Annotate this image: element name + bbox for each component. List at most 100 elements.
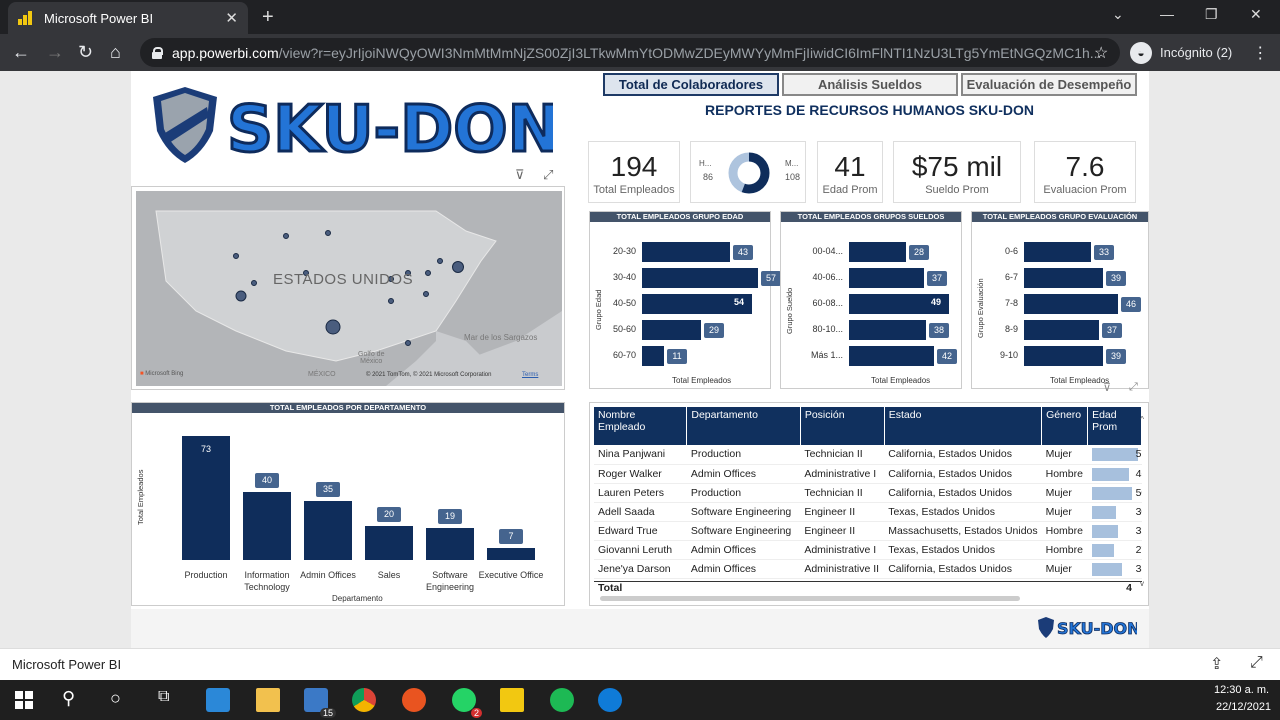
mail-icon[interactable]: 15 <box>304 688 336 718</box>
search-icon[interactable]: ⚲ <box>62 688 86 712</box>
url-bar[interactable]: app.powerbi.com/view?r=eyJrIjoiNWQyOWI3N… <box>140 38 1120 67</box>
bar[interactable] <box>849 346 934 366</box>
col-header-estado[interactable]: Estado <box>884 407 1043 445</box>
bar-row[interactable]: 20-30 43 <box>590 242 770 262</box>
tab-evaluacion-desempeno[interactable]: Evaluación de Desempeño <box>961 73 1137 96</box>
bar-row[interactable]: 0-6 33 <box>972 242 1148 262</box>
salary-chart[interactable]: TOTAL EMPLEADOS GRUPOS SUELDOS Grupo Sue… <box>780 211 962 389</box>
table-h-scrollbar[interactable] <box>600 596 1020 601</box>
bar[interactable] <box>642 268 758 288</box>
fullscreen-icon[interactable]: ⤢ <box>1250 654 1263 672</box>
table-row[interactable]: Nina Panjwani Production Technician II Cali… <box>594 445 1142 465</box>
kpi-sueldo-prom[interactable]: $75 mil Sueldo Prom <box>893 141 1021 203</box>
column-bar[interactable] <box>487 548 535 560</box>
table-row[interactable]: Adell Saada Software Engineering Engineer … <box>594 502 1142 522</box>
table-row[interactable]: Lauren Peters Production Technician II Cali… <box>594 483 1142 503</box>
file-explorer-icon[interactable] <box>256 688 280 712</box>
store-icon[interactable] <box>206 688 230 712</box>
scroll-down-icon[interactable]: v <box>1140 579 1144 588</box>
map-bubble[interactable] <box>283 233 289 239</box>
col-header-nombre[interactable]: Nombre Empleado <box>594 407 688 445</box>
table-row[interactable]: Edward True Software Engineering Engineer … <box>594 521 1142 541</box>
bar[interactable] <box>642 346 664 366</box>
minimize-icon[interactable]: — <box>1160 6 1174 22</box>
powerbi-taskbar-icon[interactable] <box>500 688 524 712</box>
bar[interactable] <box>1024 242 1091 262</box>
evaluation-chart[interactable]: TOTAL EMPLEADOS GRUPO EVALUACIÓN Grupo E… <box>971 211 1149 389</box>
bar-row[interactable]: 7-8 46 <box>972 294 1148 314</box>
chrome-icon[interactable] <box>352 688 376 712</box>
bar[interactable] <box>849 242 906 262</box>
table-focus-icon[interactable]: ⤢ <box>1129 381 1138 394</box>
bar-row[interactable]: 8-9 37 <box>972 320 1148 340</box>
table-row[interactable]: Roger Walker Admin Offices Administrative … <box>594 464 1142 484</box>
bar[interactable] <box>1024 320 1099 340</box>
bookmark-star-icon[interactable]: ☆ <box>1094 43 1108 63</box>
bar-row[interactable]: 00-04... 28 <box>797 242 961 262</box>
share-icon[interactable]: ⇪ <box>1210 654 1223 674</box>
bar-row[interactable]: 80-10... 38 <box>797 320 961 340</box>
new-tab-button[interactable]: + <box>262 6 274 29</box>
map-bubble[interactable] <box>452 261 464 273</box>
map-bubble[interactable] <box>251 280 257 286</box>
map-bubble[interactable] <box>233 253 239 259</box>
col-header-edad[interactable]: Edad Prom <box>1087 407 1142 445</box>
kpi-evaluacion-prom[interactable]: 7.6 Evaluacion Prom <box>1034 141 1136 203</box>
menu-icon[interactable]: ⋮ <box>1252 43 1268 63</box>
reload-icon[interactable]: ↻ <box>78 42 93 63</box>
windows-start-icon[interactable] <box>12 688 36 712</box>
table-row[interactable]: Jene'ya Darson Admin Offices Administrativ… <box>594 559 1142 579</box>
bar[interactable] <box>1024 294 1118 314</box>
tab-search-icon[interactable]: ⌄ <box>1112 6 1124 23</box>
column-bar[interactable] <box>182 436 230 560</box>
maximize-icon[interactable]: ❐ <box>1205 6 1218 23</box>
column-bar[interactable] <box>243 492 291 560</box>
map-bubble[interactable] <box>325 230 331 236</box>
age-chart[interactable]: TOTAL EMPLEADOS GRUPO EDAD Grupo Edad 20… <box>589 211 781 389</box>
kpi-edad-prom[interactable]: 41 Edad Prom <box>817 141 883 203</box>
bar-row[interactable]: 60-70 11 <box>590 346 770 366</box>
bar[interactable] <box>849 320 926 340</box>
tab-analisis-sueldos[interactable]: Análisis Sueldos <box>782 73 958 96</box>
close-window-icon[interactable]: ✕ <box>1250 6 1262 23</box>
forward-icon[interactable]: → <box>46 42 64 63</box>
kpi-total-empleados[interactable]: 194 Total Empleados <box>588 141 680 203</box>
scroll-up-icon[interactable]: ^ <box>1140 415 1144 424</box>
bar-row[interactable]: 6-7 39 <box>972 268 1148 288</box>
table-row[interactable]: Giovanni Leruth Admin Offices Administrati… <box>594 540 1142 560</box>
map-visual[interactable]: ESTADOS UNIDOS Mar de los Sargazos Golfo… <box>131 186 565 390</box>
map-bubble[interactable] <box>388 298 394 304</box>
map-bubble[interactable] <box>405 340 411 346</box>
table-filter-icon[interactable]: ⊽ <box>1103 381 1111 394</box>
focus-mode-icon[interactable]: ⤢ <box>543 167 553 183</box>
whatsapp-icon[interactable]: 2 <box>452 688 482 718</box>
ubuntu-icon[interactable] <box>402 688 426 712</box>
bar-row[interactable]: 40-06... 37 <box>797 268 961 288</box>
column-bar[interactable] <box>365 526 413 560</box>
bar-row[interactable]: Más 1... 42 <box>797 346 961 366</box>
col-header-posicion[interactable]: Posición <box>800 407 885 445</box>
bar[interactable] <box>849 268 924 288</box>
bar[interactable] <box>1024 268 1103 288</box>
task-view-icon[interactable]: ⧉ <box>158 688 182 712</box>
edge-icon[interactable] <box>598 688 622 712</box>
tab-total-colaboradores[interactable]: Total de Colaboradores <box>603 73 779 96</box>
bar[interactable] <box>642 320 701 340</box>
bar-row[interactable]: 50-60 29 <box>590 320 770 340</box>
cortana-icon[interactable]: ○ <box>110 688 134 712</box>
employee-table[interactable]: Nombre Empleado Departamento Posición Es… <box>589 402 1149 606</box>
back-icon[interactable]: ← <box>12 42 30 63</box>
map-bubble[interactable] <box>437 258 443 264</box>
bar[interactable] <box>1024 346 1103 366</box>
map-bubble[interactable] <box>423 291 429 297</box>
map-terms-link[interactable]: Terms <box>522 372 538 378</box>
kpi-gender-donut[interactable]: H... 86 M... 108 <box>690 141 806 203</box>
incognito-indicator[interactable]: ◒ Incógnito (2) ⋮ <box>1130 38 1268 67</box>
dept-chart[interactable]: TOTAL EMPLEADOS POR DEPARTAMENTO Total E… <box>131 402 565 606</box>
map-canvas[interactable]: ESTADOS UNIDOS Mar de los Sargazos Golfo… <box>136 191 562 386</box>
bar-row[interactable]: 30-40 57 <box>590 268 781 288</box>
map-bubble[interactable] <box>235 290 247 302</box>
browser-tab[interactable]: Microsoft Power BI ✕ <box>8 2 248 34</box>
filter-icon[interactable]: ⊽ <box>515 167 525 183</box>
column-bar[interactable] <box>304 501 352 560</box>
